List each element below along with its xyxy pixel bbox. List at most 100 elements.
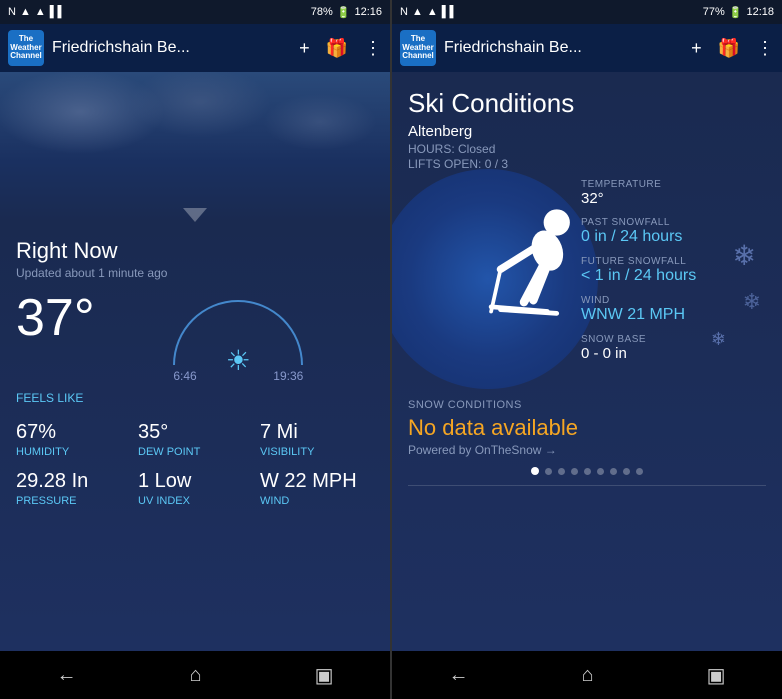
snow-conditions-section: SNOW CONDITIONS No data available Powere… — [408, 391, 766, 457]
nfc-icon: N — [8, 6, 16, 18]
snow-conditions-label: SNOW CONDITIONS — [408, 399, 766, 411]
dew-point-value: 35° — [138, 421, 252, 444]
left-status-bar: N ▲ ▲ ▌▌ 78% 🔋 12:16 — [0, 0, 390, 24]
dot-1[interactable] — [531, 467, 539, 475]
sunrise-time: 6:46 — [173, 369, 196, 383]
wifi-icon: ▲ — [35, 6, 46, 18]
snow-base-value: 0 - 0 in — [581, 345, 766, 362]
pagination-dots — [408, 457, 766, 485]
uv-value: 1 Low — [138, 470, 252, 493]
pressure-label: PRESSURE — [16, 495, 130, 507]
visibility-value: 7 Mi — [260, 421, 374, 444]
pressure-value: 29.28 In — [16, 470, 130, 493]
right-signal-icon: ▲ — [412, 6, 423, 18]
right-app-bar: TheWeatherChannel Friedrichshain Be... +… — [392, 24, 782, 72]
snow-conditions-value: No data available — [408, 415, 766, 441]
hours-label: HOURS: — [408, 142, 455, 156]
temp-value: 32° — [581, 190, 766, 207]
right-time-display: 12:18 — [746, 6, 774, 18]
right-more-options-icon[interactable]: ⋮ — [756, 38, 774, 59]
left-nav-bar: ← ⌂ ▣ — [0, 651, 390, 699]
weather-stats-grid: 67% HUMIDITY 35° DEW POINT 7 Mi VISIBILI… — [16, 421, 374, 507]
sun-icon: ☀ — [226, 344, 251, 377]
back-button[interactable]: ← — [57, 664, 77, 687]
ski-stat-future-snowfall: FUTURE SNOWFALL < 1 in / 24 hours — [581, 256, 766, 285]
dot-3[interactable] — [558, 468, 565, 475]
past-snow-label: PAST SNOWFALL — [581, 217, 766, 228]
right-status-right: 77% 🔋 12:18 — [703, 6, 774, 19]
left-status-icons: N ▲ ▲ ▌▌ — [8, 6, 65, 18]
visibility-label: VISIBILITY — [260, 446, 374, 458]
right-status-icons: N ▲ ▲ ▌▌ — [400, 6, 457, 18]
left-phone-panel: N ▲ ▲ ▌▌ 78% 🔋 12:16 TheWeatherChannel F… — [0, 0, 390, 699]
logo-text: TheWeatherChannel — [10, 35, 42, 61]
dot-4[interactable] — [571, 468, 578, 475]
weather-content: Right Now Updated about 1 minute ago 37°… — [0, 222, 390, 651]
more-options-icon[interactable]: ⋮ — [364, 38, 382, 59]
temperature-row: 37° ☀ 6:46 19:36 — [16, 292, 374, 383]
right-nfc-icon: N — [400, 6, 408, 18]
dot-7[interactable] — [610, 468, 617, 475]
ski-circle-area: ❄ ❄ ❄ TEMPERATURE 32° PAST SNOWFALL 0 in… — [408, 179, 766, 379]
right-now-title: Right Now — [16, 238, 374, 264]
ski-wind-value: WNW 21 MPH — [581, 306, 766, 324]
dew-point-label: DEW POINT — [138, 446, 252, 458]
sun-arc: ☀ — [173, 300, 303, 365]
dot-9[interactable] — [636, 468, 643, 475]
city-title: Friedrichshain Be... — [52, 39, 291, 57]
ski-hours-line: HOURS: Closed — [408, 142, 766, 156]
right-wifi-icon: ▲ — [427, 6, 438, 18]
weather-channel-logo: TheWeatherChannel — [8, 30, 44, 66]
dot-2[interactable] — [545, 468, 552, 475]
ski-stat-wind: WIND WNW 21 MPH — [581, 295, 766, 324]
add-icon[interactable]: + — [299, 38, 310, 59]
ski-stat-past-snowfall: PAST SNOWFALL 0 in / 24 hours — [581, 217, 766, 246]
dot-6[interactable] — [597, 468, 604, 475]
wind-value: W 22 MPH — [260, 470, 374, 493]
dot-5[interactable] — [584, 468, 591, 475]
gift-icon[interactable]: 🎁 — [326, 38, 348, 59]
left-status-right: 78% 🔋 12:16 — [311, 6, 382, 19]
right-status-bar: N ▲ ▲ ▌▌ 77% 🔋 12:18 — [392, 0, 782, 24]
wind-label: WIND — [260, 495, 374, 507]
uv-label: UV INDEX — [138, 495, 252, 507]
sun-arc-container: ☀ 6:46 19:36 — [103, 300, 374, 383]
temp-label: TEMPERATURE — [581, 179, 766, 190]
right-weather-channel-logo: TheWeatherChannel — [400, 30, 436, 66]
right-add-icon[interactable]: + — [691, 38, 702, 59]
updated-text: Updated about 1 minute ago — [16, 266, 374, 280]
ski-conditions-title: Ski Conditions — [408, 88, 766, 119]
home-button[interactable]: ⌂ — [190, 664, 202, 687]
ski-wind-label: WIND — [581, 295, 766, 306]
right-nav-bar: ← ⌂ ▣ — [392, 651, 782, 699]
right-recents-button[interactable]: ▣ — [707, 663, 726, 688]
stat-uv: 1 Low UV INDEX — [138, 470, 252, 507]
app-bar-actions: + 🎁 ⋮ — [299, 38, 382, 59]
stat-dew-point: 35° DEW POINT — [138, 421, 252, 458]
future-snow-value: < 1 in / 24 hours — [581, 267, 766, 285]
separator-line — [408, 485, 766, 486]
right-home-button[interactable]: ⌂ — [582, 664, 594, 687]
hours-value: Closed — [458, 142, 495, 156]
ski-stats-panel: TEMPERATURE 32° PAST SNOWFALL 0 in / 24 … — [581, 179, 766, 372]
stat-pressure: 29.28 In PRESSURE — [16, 470, 130, 507]
right-back-button[interactable]: ← — [449, 664, 469, 687]
recents-button[interactable]: ▣ — [315, 663, 334, 688]
powered-by: Powered by OnTheSnow → — [408, 443, 766, 457]
stat-humidity: 67% HUMIDITY — [16, 421, 130, 458]
lifts-label: LIFTS OPEN: — [408, 157, 481, 171]
cloud-background — [0, 72, 390, 222]
right-gift-icon[interactable]: 🎁 — [718, 38, 740, 59]
dot-8[interactable] — [623, 468, 630, 475]
ski-stat-snow-base: SNOW BASE 0 - 0 in — [581, 334, 766, 362]
weather-hero — [0, 72, 390, 222]
right-battery-icon: 🔋 — [729, 6, 743, 19]
snow-base-label: SNOW BASE — [581, 334, 766, 345]
battery-icon: 🔋 — [337, 6, 351, 19]
feels-like-label: FEELS LIKE — [16, 391, 374, 405]
right-logo-text: TheWeatherChannel — [402, 35, 434, 61]
signal-bars-icon: ▌▌ — [50, 6, 66, 18]
humidity-value: 67% — [16, 421, 130, 444]
right-app-bar-actions: + 🎁 ⋮ — [691, 38, 774, 59]
past-snow-value: 0 in / 24 hours — [581, 228, 766, 246]
